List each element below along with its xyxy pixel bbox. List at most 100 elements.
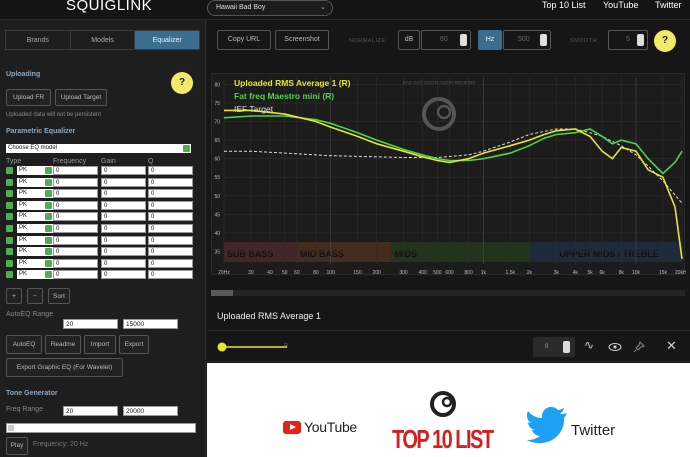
screenshot-button[interactable]: Screenshot bbox=[275, 30, 329, 50]
import-button[interactable]: Import bbox=[84, 335, 116, 354]
filter-type-select[interactable]: PK bbox=[17, 247, 53, 257]
filter-enable-checkbox[interactable] bbox=[6, 190, 13, 198]
ad-banner[interactable]: YouTube TOP 10 LIST Twitter bbox=[207, 363, 690, 457]
smooth-input[interactable]: 5 bbox=[608, 30, 648, 50]
filter-gain-input[interactable]: 0 bbox=[101, 258, 146, 268]
filter-frequency-input[interactable]: 0 bbox=[53, 189, 98, 199]
panel-tabs: Brands Models Equalizer bbox=[5, 30, 200, 50]
tab-brands[interactable]: Brands bbox=[6, 31, 71, 49]
tab-models[interactable]: Models bbox=[71, 31, 136, 49]
filter-enable-checkbox[interactable] bbox=[6, 178, 13, 186]
normalize-db-toggle[interactable]: dB bbox=[398, 30, 420, 50]
filter-row: PK 0 0 0 bbox=[6, 247, 196, 257]
filter-frequency-input[interactable]: 0 bbox=[53, 258, 98, 268]
filter-gain-input[interactable]: 0 bbox=[101, 189, 146, 199]
filter-enable-checkbox[interactable] bbox=[6, 167, 13, 174]
pin-icon[interactable] bbox=[633, 341, 645, 353]
add-filter-button[interactable]: + bbox=[6, 288, 22, 304]
tone-max-input[interactable]: 20000 bbox=[123, 406, 178, 416]
filter-type-select[interactable]: PK bbox=[17, 258, 53, 268]
youtube-link[interactable]: YouTube bbox=[603, 0, 638, 10]
readme-button[interactable]: Readme bbox=[45, 335, 81, 354]
dropdown-icon bbox=[45, 178, 52, 186]
filter-frequency-input[interactable]: 0 bbox=[53, 270, 98, 280]
filter-q-input[interactable]: 0 bbox=[148, 189, 193, 199]
filter-frequency-input[interactable]: 0 bbox=[53, 200, 98, 210]
filter-type-select[interactable]: PK bbox=[17, 189, 53, 199]
filter-enable-checkbox[interactable] bbox=[6, 213, 13, 221]
filter-q-input[interactable]: 0 bbox=[148, 258, 193, 268]
filter-gain-input[interactable]: 0 bbox=[101, 247, 146, 257]
y-tick-label: 55 bbox=[214, 175, 220, 181]
play-button[interactable]: Play bbox=[6, 437, 28, 455]
filter-enable-checkbox[interactable] bbox=[6, 248, 13, 256]
normalize-db-input[interactable]: 60 bbox=[421, 30, 471, 50]
slider-handle[interactable] bbox=[8, 425, 14, 431]
filter-type-select[interactable]: PK bbox=[17, 235, 53, 245]
toolbar-help-button[interactable]: ? bbox=[654, 30, 676, 52]
tone-min-input[interactable]: 20 bbox=[63, 406, 118, 416]
filter-enable-checkbox[interactable] bbox=[6, 259, 13, 267]
filter-enable-checkbox[interactable] bbox=[6, 225, 13, 232]
eye-icon[interactable] bbox=[608, 342, 622, 352]
filter-frequency-input[interactable]: 0 bbox=[53, 212, 98, 222]
eq-model-select[interactable]: Choose EQ model bbox=[6, 144, 191, 153]
curve-offset-input[interactable]: 0 bbox=[533, 337, 575, 357]
model-select[interactable]: Hawaii Bad Boy ⌄ bbox=[207, 0, 333, 16]
filter-frequency-input[interactable]: 0 bbox=[53, 247, 98, 257]
filter-type-select[interactable]: PK bbox=[17, 200, 53, 210]
filter-q-input[interactable]: 0 bbox=[148, 200, 193, 210]
twitter-link[interactable]: Twitter bbox=[655, 0, 682, 10]
x-tick-label: 500 bbox=[433, 270, 442, 276]
export-button[interactable]: Export bbox=[119, 335, 149, 354]
autoeq-max-input[interactable]: 15000 bbox=[123, 319, 178, 329]
copy-url-button[interactable]: Copy URL bbox=[217, 30, 271, 50]
upload-target-button[interactable]: Upload Target bbox=[55, 89, 107, 106]
filter-gain-input[interactable]: 0 bbox=[101, 235, 146, 245]
filter-frequency-input[interactable]: 0 bbox=[53, 235, 98, 245]
filter-q-input[interactable]: 0 bbox=[148, 177, 193, 187]
filter-gain-input[interactable]: 0 bbox=[101, 200, 146, 210]
col-q: Q bbox=[148, 158, 154, 165]
remove-filter-button[interactable]: − bbox=[27, 288, 43, 304]
filter-type-select[interactable]: PK bbox=[17, 270, 53, 280]
top10-link[interactable]: Top 10 List bbox=[542, 0, 586, 10]
filter-gain-input[interactable]: 0 bbox=[101, 177, 146, 187]
help-button[interactable]: ? bbox=[171, 72, 193, 94]
filter-type-select[interactable]: PK bbox=[17, 177, 53, 187]
filter-gain-input[interactable]: 0 bbox=[101, 224, 146, 233]
filter-frequency-input[interactable]: 0 bbox=[53, 177, 98, 187]
autoeq-button[interactable]: AutoEQ bbox=[6, 335, 42, 354]
autoeq-min-input[interactable]: 20 bbox=[63, 319, 118, 329]
filter-q-input[interactable]: 0 bbox=[148, 247, 193, 257]
normalize-hz-toggle[interactable]: Hz bbox=[478, 30, 502, 50]
filter-type-select[interactable]: PK bbox=[17, 224, 53, 233]
export-graphic-eq-button[interactable]: Export Graphic EQ (For Wavelet) bbox=[6, 358, 123, 377]
filter-enable-checkbox[interactable] bbox=[6, 201, 13, 209]
filter-gain-input[interactable]: 0 bbox=[101, 166, 146, 175]
scrollbar-thumb[interactable] bbox=[211, 290, 233, 296]
tone-frequency-slider[interactable] bbox=[6, 423, 196, 433]
upload-fr-button[interactable]: Upload FR bbox=[6, 89, 51, 106]
frequency-response-graph[interactable]: SUB BASS MID BASS MIDS UPPER MIDS / TREBLE … bbox=[211, 73, 690, 276]
filter-frequency-input[interactable]: 0 bbox=[53, 224, 98, 233]
filter-q-input[interactable]: 0 bbox=[148, 224, 193, 233]
filter-enable-checkbox[interactable] bbox=[6, 271, 13, 279]
tab-equalizer[interactable]: Equalizer bbox=[135, 31, 200, 49]
wave-icon[interactable]: ∿ bbox=[584, 338, 594, 352]
filter-type-select[interactable]: PK bbox=[17, 212, 53, 222]
filter-gain-input[interactable]: 0 bbox=[101, 270, 146, 280]
sort-button[interactable]: Sort bbox=[48, 288, 70, 304]
filter-q-input[interactable]: 0 bbox=[148, 235, 193, 245]
filter-gain-input[interactable]: 0 bbox=[101, 212, 146, 222]
site-logo[interactable]: SQUIGLINK bbox=[66, 0, 152, 14]
filter-type-select[interactable]: PK bbox=[17, 166, 53, 175]
filter-q-input[interactable]: 0 bbox=[148, 270, 193, 280]
close-icon[interactable]: ✕ bbox=[666, 338, 677, 354]
filter-frequency-input[interactable]: 0 bbox=[53, 166, 98, 175]
filter-q-input[interactable]: 0 bbox=[148, 166, 193, 175]
normalize-hz-input[interactable]: 500 bbox=[503, 30, 551, 50]
filter-q-input[interactable]: 0 bbox=[148, 212, 193, 222]
filter-enable-checkbox[interactable] bbox=[6, 236, 13, 244]
graph-scrollbar[interactable] bbox=[211, 290, 685, 296]
